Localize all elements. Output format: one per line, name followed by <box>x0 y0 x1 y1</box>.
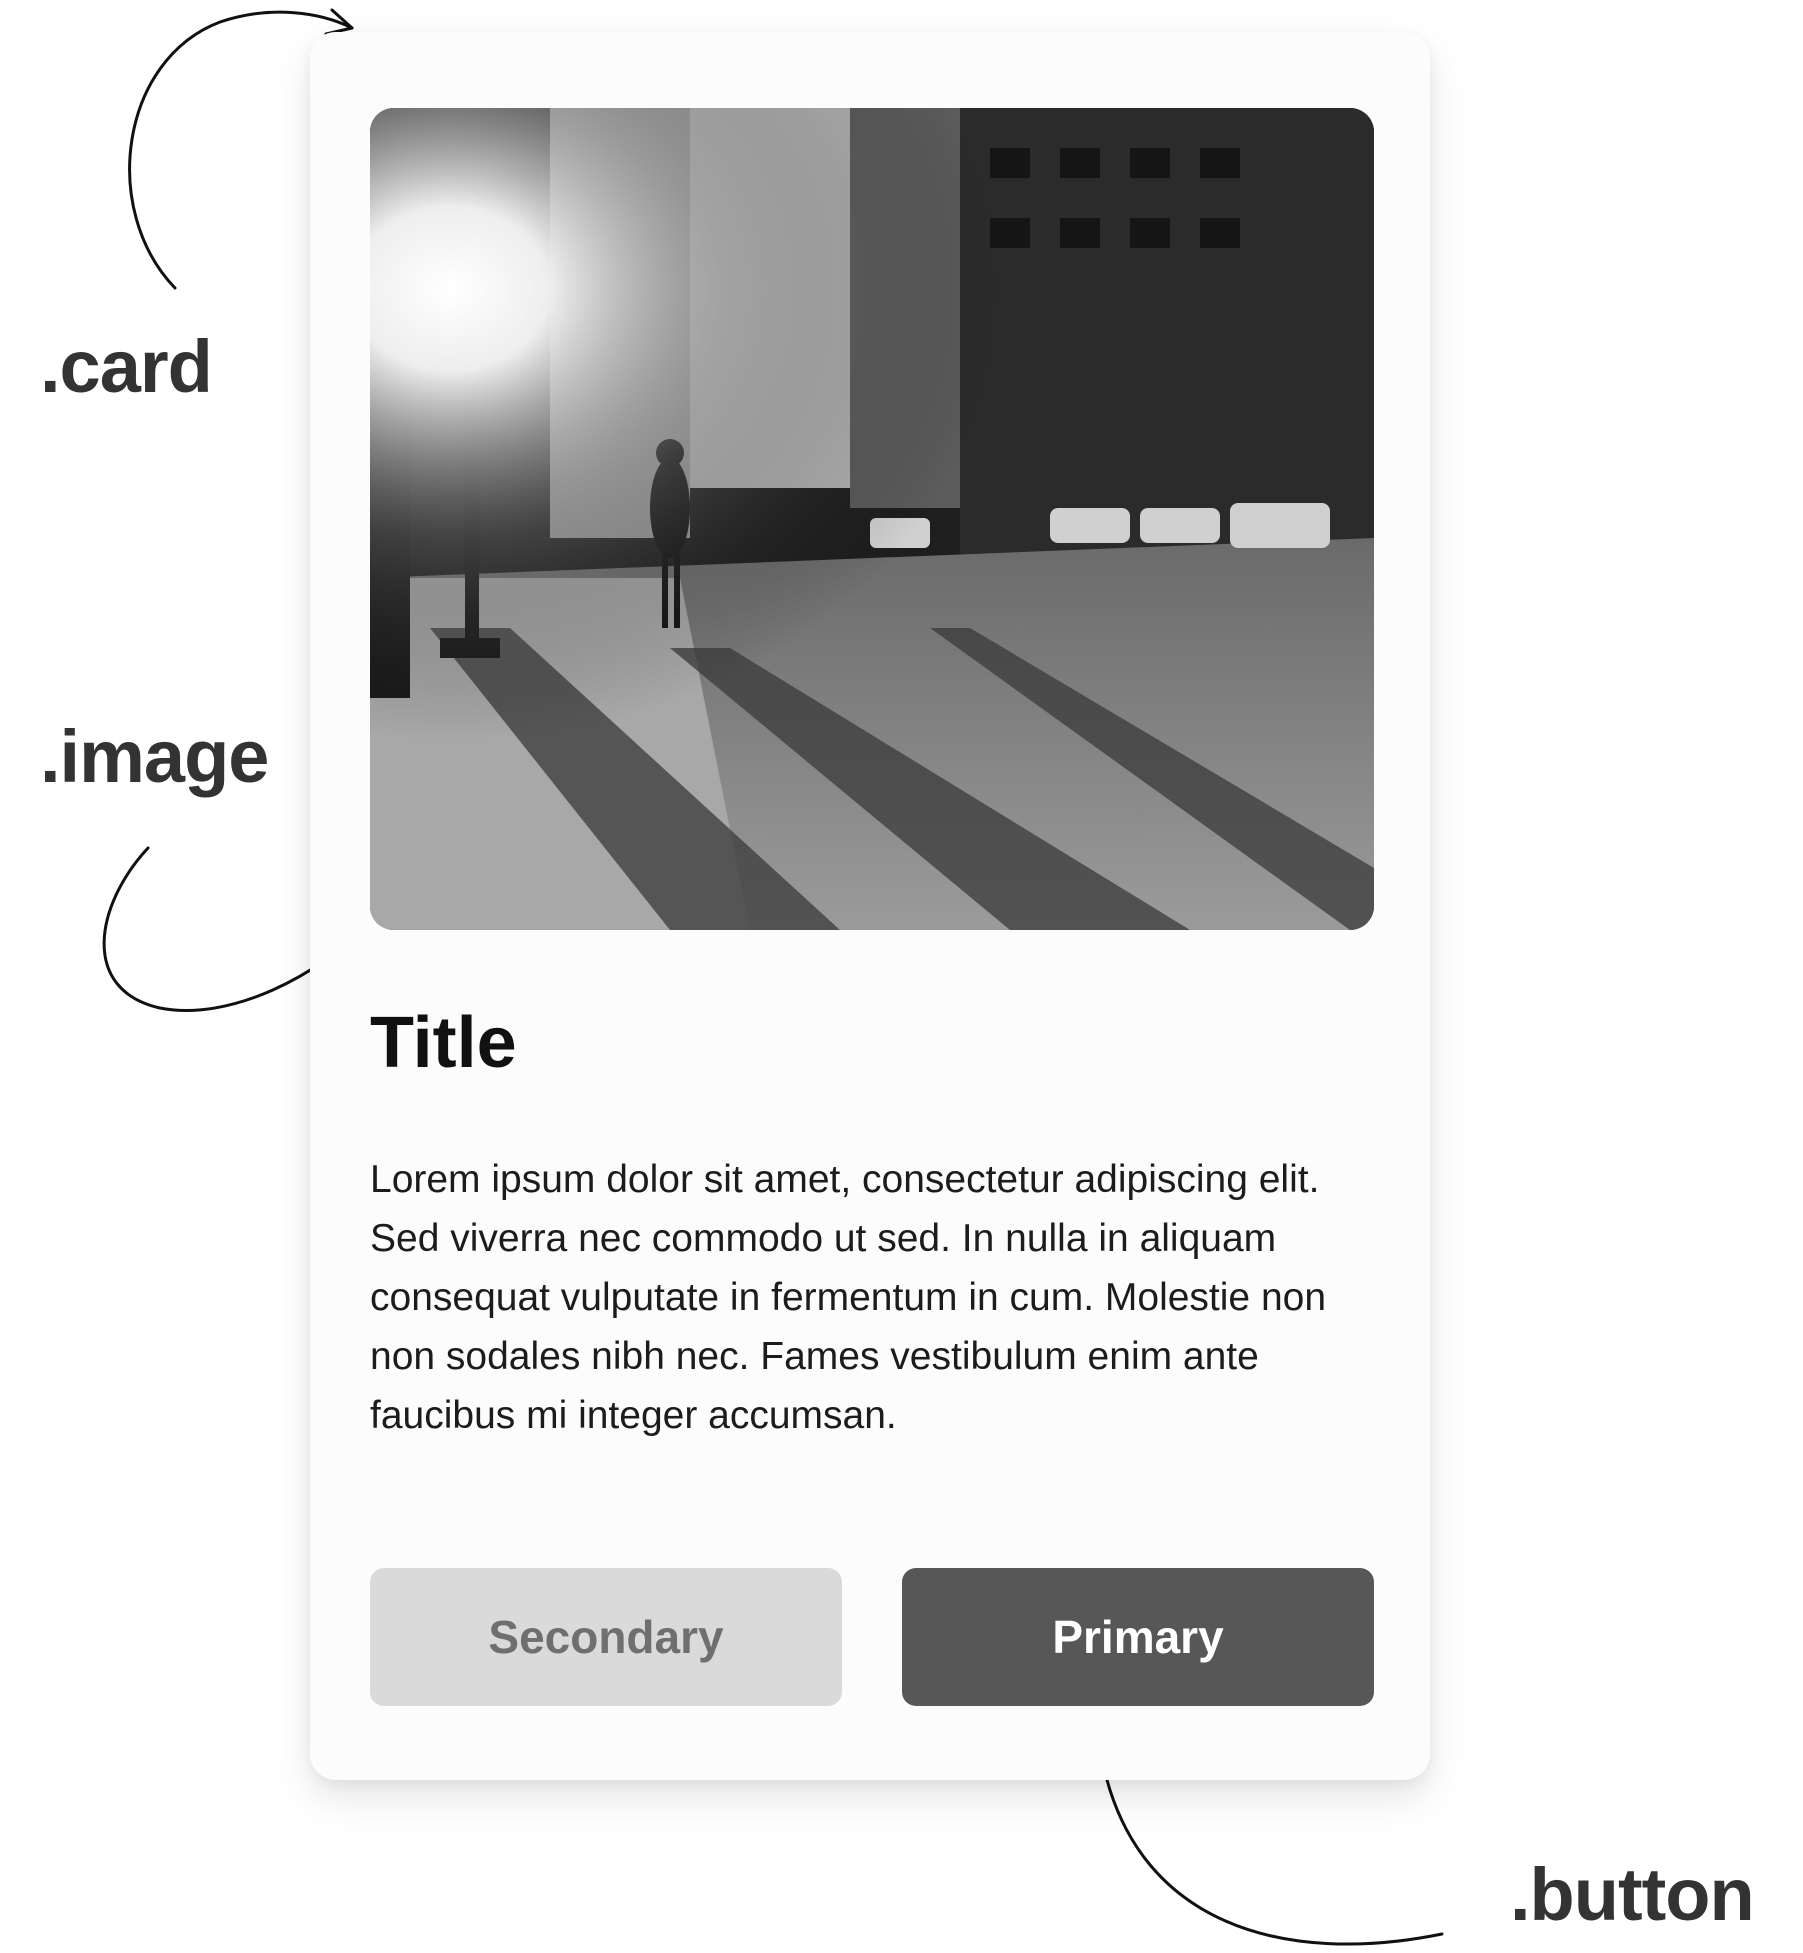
button-annotation-label: .button <box>1510 1853 1755 1936</box>
city-street-photo-icon <box>370 108 1374 930</box>
card-annotation-label: .card <box>40 325 213 408</box>
card-body-text: Lorem ipsum dolor sit amet, consectetur … <box>370 1158 1327 1437</box>
primary-button[interactable]: Primary <box>902 1568 1374 1706</box>
card-arrow-head <box>324 8 354 36</box>
card: Title Lorem ipsum dolor sit amet, consec… <box>310 32 1430 1780</box>
card-title: Title <box>370 1003 517 1083</box>
card-image <box>370 108 1374 930</box>
secondary-button[interactable]: Secondary <box>370 1568 842 1706</box>
image-annotation-label: .image <box>40 715 269 798</box>
